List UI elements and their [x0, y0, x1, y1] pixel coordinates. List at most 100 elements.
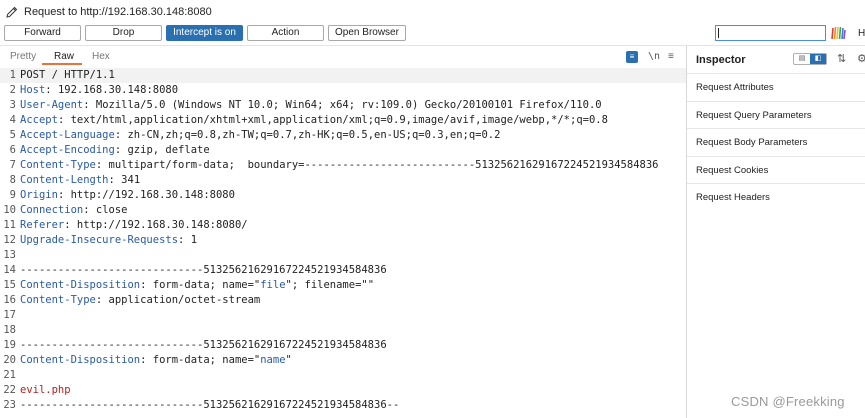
line-number: 19: [3, 339, 16, 351]
header-name: Accept: [20, 114, 58, 126]
editor-line[interactable]: 14 -----------------------------513256216…: [0, 263, 686, 278]
editor-line[interactable]: 17: [0, 308, 686, 323]
word-wrap-icon[interactable]: ≡: [626, 51, 638, 63]
action-button[interactable]: Action: [247, 25, 324, 41]
editor-line[interactable]: 22 evil.php: [0, 383, 686, 398]
line-content: -----------------------------51325621629…: [20, 263, 387, 278]
line-content: Accept-Encoding: gzip, deflate: [20, 143, 210, 158]
inspector-section-label: Request Headers: [696, 192, 770, 203]
editor-line[interactable]: 6 Accept-Encoding: gzip, deflate: [0, 143, 686, 158]
editor-line[interactable]: 5 Accept-Language: zh-CN,zh;q=0.8,zh-TW;q…: [0, 128, 686, 143]
line-number: 14: [3, 264, 16, 276]
editor-line[interactable]: 19 -----------------------------513256216…: [0, 338, 686, 353]
editor-line[interactable]: 1 POST / HTTP/1.1: [0, 68, 686, 83]
editor-line[interactable]: 11 Referer: http://192.168.30.148:8080/: [0, 218, 686, 233]
line-number: 3: [9, 99, 16, 111]
text-caret: [718, 28, 719, 38]
editor-line[interactable]: 16 Content-Type: application/octet-stream: [0, 293, 686, 308]
line-content: Host: 192.168.30.148:8080: [20, 83, 178, 98]
burp-logo-icon[interactable]: [830, 26, 846, 40]
inspector-section[interactable]: Request Body Parameters: [687, 128, 865, 155]
header-value: 341: [121, 174, 141, 186]
editor-line[interactable]: 13: [0, 248, 686, 263]
inspector-section[interactable]: Request Attributes: [687, 73, 865, 100]
inspector-layout-toggle[interactable]: ▤ ◧: [793, 53, 827, 65]
line-number: 1: [9, 69, 16, 81]
line-number: 5: [9, 129, 16, 141]
line-content: Accept-Language: zh-CN,zh;q=0.8,zh-TW;q=…: [20, 128, 500, 143]
editor-line[interactable]: 12 Upgrade-Insecure-Requests: 1: [0, 233, 686, 248]
body-text: -----------------------------51325621629…: [20, 399, 400, 411]
header-value: gzip, deflate: [127, 144, 210, 156]
collapse-icon[interactable]: ⇅: [837, 52, 846, 65]
header-name: Accept-Encoding: [20, 144, 115, 156]
editor-line[interactable]: 7 Content-Type: multipart/form-data; boun…: [0, 158, 686, 173]
header-separator: :: [95, 294, 109, 306]
line-content: Content-Type: application/octet-stream: [20, 293, 260, 308]
open-browser-button[interactable]: Open Browser: [328, 25, 406, 41]
tab-pretty[interactable]: Pretty: [10, 51, 36, 62]
line-content: Referer: http://192.168.30.148:8080/: [20, 218, 248, 233]
panel-layout-icon[interactable]: ◧: [810, 54, 826, 64]
header-value: form-data; name="file"; filename="": [152, 279, 375, 291]
settings-icon[interactable]: ⚙: [857, 52, 865, 65]
inspector-section[interactable]: Request Query Parameters: [687, 100, 865, 128]
line-number: 15: [3, 279, 16, 291]
line-number: 8: [9, 174, 16, 186]
inspector-section[interactable]: Request Cookies: [687, 155, 865, 183]
editor-line[interactable]: 21: [0, 368, 686, 383]
editor-line[interactable]: 2 Host: 192.168.30.148:8080: [0, 83, 686, 98]
inspector-panel: Inspector ▤ ◧ ⇅ ⚙ Request Attributes Requ…: [687, 46, 865, 418]
editor-line[interactable]: 3 User-Agent: Mozilla/5.0 (Windows NT 10.…: [0, 98, 686, 113]
pencil-icon: [6, 6, 18, 18]
editor-line[interactable]: 4 Accept: text/html,application/xhtml+xml…: [0, 113, 686, 128]
line-number: 17: [3, 309, 16, 321]
drop-button[interactable]: Drop: [85, 25, 162, 41]
raw-request-editor[interactable]: 1 POST / HTTP/1.1 2 Host: 192.168.30.148:80…: [0, 68, 686, 418]
line-content: Content-Disposition: form-data; name="na…: [20, 353, 292, 368]
line-number: 21: [3, 369, 16, 381]
header-separator: :: [114, 129, 128, 141]
line-number: 13: [3, 249, 16, 261]
line-number: 6: [9, 144, 16, 156]
line-content: Connection: close: [20, 203, 127, 218]
inspector-section[interactable]: Request Headers: [687, 183, 865, 210]
line-content: evil.php: [20, 383, 71, 398]
header-name: Content-Length: [20, 174, 109, 186]
editor-menu-icon[interactable]: ≡: [668, 51, 674, 63]
editor-line[interactable]: 18: [0, 323, 686, 338]
help-label[interactable]: H: [858, 28, 865, 39]
search-input[interactable]: [715, 25, 826, 41]
editor-line[interactable]: 9 Origin: http://192.168.30.148:8080: [0, 188, 686, 203]
line-content: Upgrade-Insecure-Requests: 1: [20, 233, 197, 248]
tab-raw[interactable]: Raw: [54, 51, 74, 62]
editor-line[interactable]: 15 Content-Disposition: form-data; name="…: [0, 278, 686, 293]
intercept-toggle-button[interactable]: Intercept is on: [166, 25, 243, 41]
line-number: 23: [3, 399, 16, 411]
list-layout-icon[interactable]: ▤: [794, 54, 810, 64]
line-number: 4: [9, 114, 16, 126]
line-number: 22: [3, 384, 16, 396]
body-text: -----------------------------51325621629…: [20, 264, 387, 276]
line-number: 12: [3, 234, 16, 246]
header-separator: :: [95, 159, 109, 171]
editor-line[interactable]: 23 -----------------------------513256216…: [0, 398, 686, 413]
line-content: -----------------------------51325621629…: [20, 338, 387, 353]
newline-toggle-icon[interactable]: \n: [648, 51, 660, 63]
tab-hex[interactable]: Hex: [92, 51, 110, 62]
editor-line[interactable]: 10 Connection: close: [0, 203, 686, 218]
forward-button[interactable]: Forward: [4, 25, 81, 41]
line-number: 10: [3, 204, 16, 216]
header-name: Referer: [20, 219, 65, 231]
request-title-bar: Request to http://192.168.30.148:8080: [0, 0, 865, 24]
editor-line[interactable]: 20 Content-Disposition: form-data; name="…: [0, 353, 686, 368]
message-view-tabs: Pretty Raw Hex: [0, 48, 686, 66]
editor-line[interactable]: 8 Content-Length: 341: [0, 173, 686, 188]
body-text: evil.php: [20, 384, 71, 396]
line-content: User-Agent: Mozilla/5.0 (Windows NT 10.0…: [20, 98, 602, 113]
body-text: POST / HTTP/1.1: [20, 69, 115, 81]
line-content: POST / HTTP/1.1: [20, 68, 115, 83]
body-text: -----------------------------51325621629…: [20, 339, 387, 351]
header-value: form-data; name="name": [152, 354, 292, 366]
header-name: Host: [20, 84, 46, 96]
